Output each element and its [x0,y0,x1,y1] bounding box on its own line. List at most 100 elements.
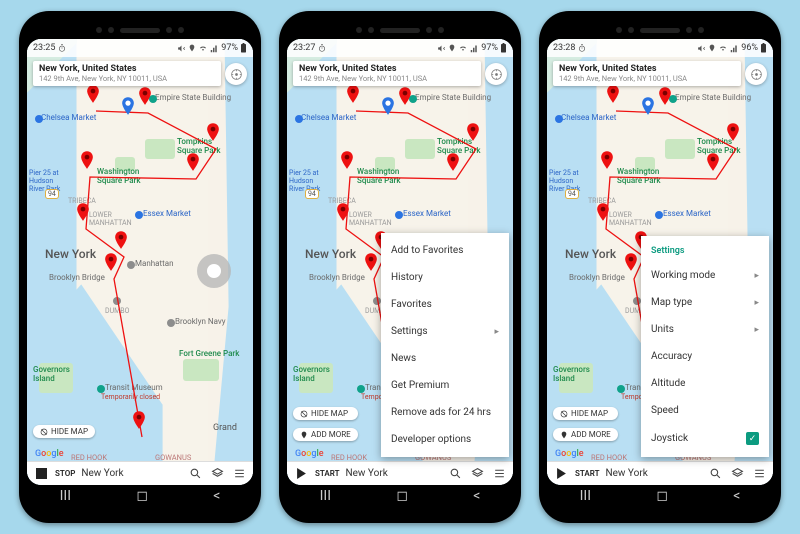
menu-item[interactable]: Speed [641,397,769,424]
search-title: New York, United States [39,64,215,74]
nav-back[interactable]: < [733,488,740,504]
map-pin[interactable] [600,151,614,165]
layers-icon[interactable] [729,466,745,482]
menu-title: Settings [641,240,769,262]
action-label: START [575,469,600,478]
joystick-control[interactable] [197,254,231,288]
map-pin[interactable] [346,85,360,99]
location-searchbox[interactable]: New York, United States 142 9th Ave, New… [33,61,221,86]
menu-icon[interactable] [231,466,247,482]
menu-item[interactable]: Get Premium [381,372,509,399]
play-button[interactable] [293,466,309,482]
layers-icon[interactable] [209,466,225,482]
layers-icon[interactable] [469,466,485,482]
location-text: New York [346,468,442,479]
screen: 23:25 97% Empire State Building Chelsea … [27,39,253,485]
add-more-chip[interactable]: ADD MORE [293,428,358,441]
phone-frame: 23:25 97% Empire State Building Chelsea … [19,11,261,523]
map-pin-current[interactable] [121,97,135,111]
menu-item[interactable]: History [381,264,509,291]
play-button[interactable] [553,466,569,482]
map-pin[interactable] [76,203,90,217]
menu-item[interactable]: Developer options [381,426,509,453]
nav-recents[interactable]: III [580,488,591,504]
compass-button[interactable] [225,63,247,85]
map-pin[interactable] [132,411,146,425]
options-menu: Add to FavoritesHistoryFavoritesSettings… [381,233,509,457]
location-text: New York [81,468,181,479]
menu-item[interactable]: Settings▸ [381,318,509,345]
nav-home[interactable]: ◻ [136,488,148,504]
location-searchbox[interactable]: New York, United States 142 9th Ave, New… [553,61,741,86]
nav-home[interactable]: ◻ [656,488,668,504]
status-time: 23:25 [33,43,55,53]
menu-item[interactable]: Accuracy [641,343,769,370]
nav-back[interactable]: < [473,488,480,504]
hide-map-chip[interactable]: HIDE MAP [293,407,358,420]
hide-map-chip[interactable]: HIDE MAP [33,425,95,438]
map-pin[interactable] [706,153,720,167]
status-bar: 23:28 96% [547,39,773,57]
status-bar: 23:27 97% [287,39,513,57]
menu-item[interactable]: News [381,345,509,372]
menu-item[interactable]: Map type▸ [641,289,769,316]
phone-frame: 23:28 96% Empire State Building Chelsea … [539,11,781,523]
map-pin[interactable] [726,123,740,137]
screen: 23:28 96% Empire State Building Chelsea … [547,39,773,485]
map-pin[interactable] [658,87,672,101]
google-logo: Google [555,449,584,459]
nav-recents[interactable]: III [60,488,71,504]
menu-item[interactable]: Working mode▸ [641,262,769,289]
map-pin[interactable] [336,203,350,217]
map-pin[interactable] [138,87,152,101]
search-icon[interactable] [707,466,723,482]
search-subtitle: 142 9th Ave, New York, NY 10011, USA [299,74,475,83]
map-pin[interactable] [86,85,100,99]
status-battery: 97% [481,43,498,53]
nav-home[interactable]: ◻ [396,488,408,504]
compass-button[interactable] [485,63,507,85]
search-icon[interactable] [447,466,463,482]
map-pin[interactable] [624,253,638,267]
map-pin[interactable] [364,253,378,267]
search-title: New York, United States [299,64,475,74]
menu-item[interactable]: Joystick✓ [641,424,769,453]
nav-recents[interactable]: III [320,488,331,504]
location-searchbox[interactable]: New York, United States 142 9th Ave, New… [293,61,481,86]
checkbox-checked-icon[interactable]: ✓ [746,432,759,445]
map-pin[interactable] [340,151,354,165]
map-pin-current[interactable] [381,97,395,111]
bottom-bar: START New York [547,461,773,485]
map-pin[interactable] [206,123,220,137]
hide-map-chip[interactable]: HIDE MAP [553,407,618,420]
search-subtitle: 142 9th Ave, New York, NY 10011, USA [39,74,215,83]
compass-button[interactable] [745,63,767,85]
menu-item[interactable]: Altitude [641,370,769,397]
status-time: 23:28 [553,43,575,53]
map-pin[interactable] [466,123,480,137]
map-pin[interactable] [596,203,610,217]
google-logo: Google [35,449,64,459]
nav-back[interactable]: < [213,488,220,504]
search-icon[interactable] [187,466,203,482]
menu-item[interactable]: Remove ads for 24 hrs [381,399,509,426]
settings-submenu: SettingsWorking mode▸Map type▸Units▸Accu… [641,236,769,457]
action-label: START [315,469,340,478]
menu-icon[interactable] [751,466,767,482]
stop-button[interactable] [33,466,49,482]
google-logo: Google [295,449,324,459]
map-pin[interactable] [114,231,128,245]
map-pin[interactable] [446,153,460,167]
map-pin[interactable] [104,253,118,267]
map-pin-current[interactable] [641,97,655,111]
menu-item[interactable]: Add to Favorites [381,237,509,264]
menu-item[interactable]: Units▸ [641,316,769,343]
menu-item[interactable]: Favorites [381,291,509,318]
add-more-chip[interactable]: ADD MORE [553,428,618,441]
map-pin[interactable] [606,85,620,99]
bottom-bar: START New York [287,461,513,485]
menu-icon[interactable] [491,466,507,482]
map-pin[interactable] [80,151,94,165]
map-pin[interactable] [398,87,412,101]
map-pin[interactable] [186,153,200,167]
